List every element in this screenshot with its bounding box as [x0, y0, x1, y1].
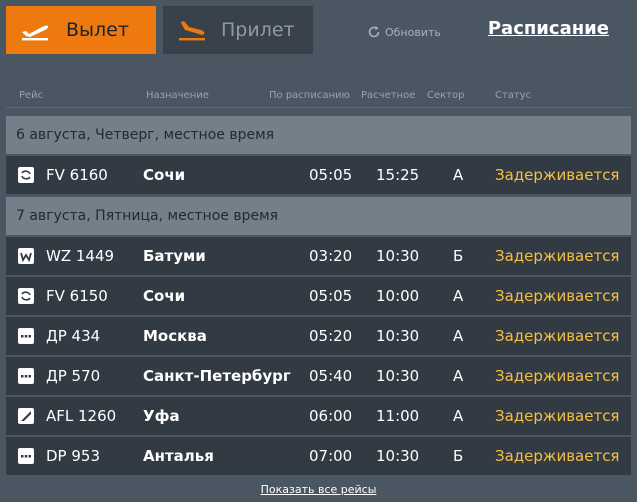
status: Задерживается	[495, 166, 620, 184]
status: Задерживается	[495, 247, 620, 265]
top-bar: Вылет Прилет Обновить Расписание	[0, 0, 637, 60]
estimated-time: 10:30	[376, 447, 420, 465]
estimated-time: 10:30	[376, 327, 420, 345]
col-scheduled: По расписанию	[269, 90, 350, 101]
status: Задерживается	[495, 407, 620, 425]
sector: А	[453, 287, 464, 305]
column-headers: Рейс Назначение По расписанию Расчетное …	[0, 88, 637, 104]
sector: А	[453, 327, 464, 345]
col-status: Статус	[495, 90, 532, 101]
airline-logo-wing-icon	[18, 408, 34, 424]
scheduled-time: 03:20	[309, 247, 353, 265]
flight-number: ДР 434	[46, 327, 101, 345]
flight-row[interactable]: DP 953 Анталья 07:00 10:30 Б Задерживает…	[6, 437, 631, 475]
flight-row[interactable]: WZ 1449 Батуми 03:20 10:30 Б Задерживает…	[6, 237, 631, 275]
airline-logo-wizz-icon	[18, 248, 34, 264]
destination: Сочи	[143, 166, 186, 184]
status: Задерживается	[495, 327, 620, 345]
status: Задерживается	[495, 287, 620, 305]
sector: А	[453, 367, 464, 385]
destination: Уфа	[143, 407, 180, 425]
tab-arrivals[interactable]: Прилет	[163, 6, 313, 54]
scheduled-time: 05:05	[309, 166, 353, 184]
destination: Сочи	[143, 287, 186, 305]
status: Задерживается	[495, 447, 620, 465]
col-destination: Назначение	[146, 90, 209, 101]
refresh-icon	[368, 26, 380, 38]
scheduled-time: 07:00	[309, 447, 353, 465]
sector: Б	[453, 447, 464, 465]
airline-logo-swirl-icon	[18, 167, 34, 183]
estimated-time: 15:25	[376, 166, 420, 184]
flight-number: FV 6160	[46, 166, 108, 184]
refresh-label: Обновить	[385, 25, 441, 39]
estimated-time: 11:00	[376, 407, 420, 425]
plane-takeoff-icon	[20, 18, 50, 42]
sector: А	[453, 407, 464, 425]
col-estimated: Расчетное	[361, 90, 416, 101]
tab-departures[interactable]: Вылет	[6, 6, 156, 54]
sector: Б	[453, 247, 464, 265]
destination: Санкт-Петербург	[143, 367, 291, 385]
date-header: 6 августа, Четверг, местное время	[6, 116, 631, 154]
flight-row[interactable]: FV 6160 Сочи 05:05 15:25 А Задерживается	[6, 156, 631, 194]
flight-number: DP 953	[46, 447, 100, 465]
scheduled-time: 06:00	[309, 407, 353, 425]
flight-number: ДР 570	[46, 367, 101, 385]
estimated-time: 10:00	[376, 287, 420, 305]
scheduled-time: 05:20	[309, 327, 353, 345]
estimated-time: 10:30	[376, 247, 420, 265]
airline-logo-swirl-icon	[18, 288, 34, 304]
airline-logo-dots-icon	[18, 328, 34, 344]
date-header: 7 августа, Пятница, местное время	[6, 197, 631, 235]
show-all-flights-link[interactable]: Показать все рейсы	[0, 483, 637, 496]
flight-row[interactable]: AFL 1260 Уфа 06:00 11:00 А Задерживается	[6, 397, 631, 435]
plane-landing-icon	[177, 18, 207, 42]
col-flight: Рейс	[19, 90, 44, 101]
schedule-link[interactable]: Расписание	[488, 18, 609, 39]
flight-number: FV 6150	[46, 287, 108, 305]
flight-number: WZ 1449	[46, 247, 115, 265]
destination: Батуми	[143, 247, 206, 265]
flight-number: AFL 1260	[46, 407, 117, 425]
airline-logo-dots-icon	[18, 448, 34, 464]
flight-row[interactable]: ДР 434 Москва 05:20 10:30 А Задерживаетс…	[6, 317, 631, 355]
scheduled-time: 05:40	[309, 367, 353, 385]
destination: Анталья	[143, 447, 214, 465]
sector: А	[453, 166, 464, 184]
destination: Москва	[143, 327, 207, 345]
col-sector: Сектор	[427, 90, 465, 101]
estimated-time: 10:30	[376, 367, 420, 385]
status: Задерживается	[495, 367, 620, 385]
tab-departures-label: Вылет	[66, 19, 129, 41]
flight-row[interactable]: FV 6150 Сочи 05:05 10:00 А Задерживается	[6, 277, 631, 315]
refresh-button[interactable]: Обновить	[367, 24, 441, 40]
flight-row[interactable]: ДР 570 Санкт-Петербург 05:40 10:30 А Зад…	[6, 357, 631, 395]
tab-arrivals-label: Прилет	[221, 19, 295, 41]
airline-logo-dots-icon	[18, 368, 34, 384]
header-divider	[6, 107, 631, 108]
scheduled-time: 05:05	[309, 287, 353, 305]
